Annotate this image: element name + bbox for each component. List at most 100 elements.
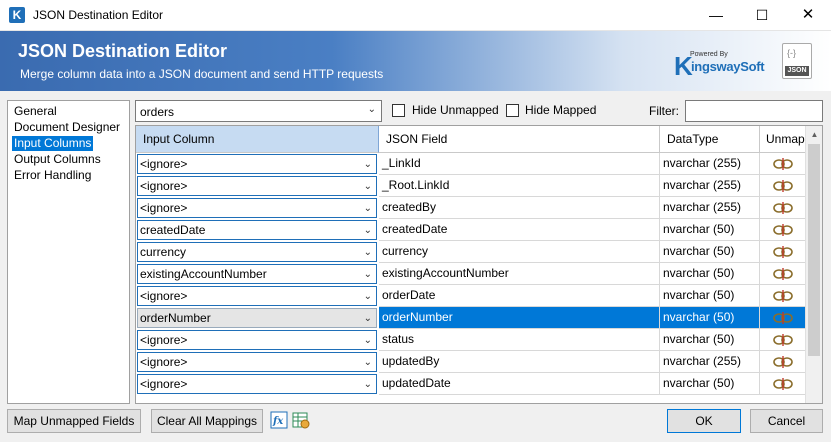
minimize-button[interactable]: — xyxy=(693,0,739,30)
input-column-dropdown[interactable]: <ignore> ⌄ xyxy=(137,374,377,394)
input-column-value: currency xyxy=(140,245,187,259)
datatype-cell: nvarchar (50) xyxy=(660,241,760,263)
table-row[interactable]: <ignore> ⌄ updatedBy nvarchar (255) xyxy=(136,351,806,373)
input-column-value: <ignore> xyxy=(140,179,188,193)
map-unmapped-fields-button[interactable]: Map Unmapped Fields xyxy=(7,409,141,433)
window-title: JSON Destination Editor xyxy=(33,8,164,22)
logo-k: K xyxy=(674,51,693,81)
unmap-link-icon[interactable] xyxy=(772,267,794,281)
unmap-link-icon[interactable] xyxy=(772,179,794,193)
input-column-value: <ignore> xyxy=(140,289,188,303)
input-column-dropdown[interactable]: <ignore> ⌄ xyxy=(137,176,377,196)
ok-button[interactable]: OK xyxy=(667,409,741,433)
header-unmap[interactable]: Unmap xyxy=(760,126,806,153)
input-column-dropdown[interactable]: <ignore> ⌄ xyxy=(137,352,377,372)
unmap-link-icon[interactable] xyxy=(772,289,794,303)
grid-settings-icon[interactable] xyxy=(292,411,310,429)
json-badge: JSON xyxy=(785,66,809,76)
datatype-cell: nvarchar (50) xyxy=(660,285,760,307)
input-column-dropdown[interactable]: currency ⌄ xyxy=(137,242,377,262)
table-row[interactable]: <ignore> ⌄ createdBy nvarchar (255) xyxy=(136,197,806,219)
chevron-down-icon: ⌄ xyxy=(363,269,372,280)
table-row[interactable]: currency ⌄ currency nvarchar (50) xyxy=(136,241,806,263)
input-column-cell: existingAccountNumber ⌄ xyxy=(136,263,379,285)
clear-all-mappings-button[interactable]: Clear All Mappings xyxy=(151,409,263,433)
input-column-dropdown[interactable]: <ignore> ⌄ xyxy=(137,198,377,218)
table-row[interactable]: <ignore> ⌄ _Root.LinkId nvarchar (255) xyxy=(136,175,806,197)
nav-item-input-columns[interactable]: Input Columns xyxy=(12,136,94,151)
datatype-cell: nvarchar (50) xyxy=(660,329,760,351)
input-column-dropdown[interactable]: <ignore> ⌄ xyxy=(137,154,377,174)
hide-unmapped-label: Hide Unmapped xyxy=(412,103,499,117)
logo-name: ingswaySoft xyxy=(691,59,765,74)
svg-text:fx: fx xyxy=(272,416,284,427)
unmap-link-icon[interactable] xyxy=(772,311,794,325)
datatype-cell: nvarchar (50) xyxy=(660,219,760,241)
json-field-cell: updatedBy xyxy=(379,351,660,373)
nav-item-output-columns[interactable]: Output Columns xyxy=(12,152,103,167)
input-column-dropdown[interactable]: <ignore> ⌄ xyxy=(137,286,377,306)
input-column-value: <ignore> xyxy=(140,201,188,215)
table-row[interactable]: <ignore> ⌄ updatedDate nvarchar (50) xyxy=(136,373,806,395)
input-column-dropdown[interactable]: createdDate ⌄ xyxy=(137,220,377,240)
filter-label: Filter: xyxy=(649,104,679,118)
header-datatype[interactable]: DataType xyxy=(660,126,760,153)
datatype-cell: nvarchar (255) xyxy=(660,153,760,175)
unmap-link-icon[interactable] xyxy=(772,355,794,369)
navigation-list: General Document Designer Input Columns … xyxy=(7,100,130,404)
json-field-cell: createdBy xyxy=(379,197,660,219)
unmap-link-icon[interactable] xyxy=(772,245,794,259)
cancel-button[interactable]: Cancel xyxy=(750,409,823,433)
chevron-down-icon: ⌄ xyxy=(363,291,372,302)
hide-unmapped-checkbox[interactable] xyxy=(392,104,405,117)
maximize-button[interactable]: ☐ xyxy=(739,0,785,30)
json-field-cell: _Root.LinkId xyxy=(379,175,660,197)
logo-powered-by: Powered By xyxy=(690,51,728,58)
hide-unmapped-option[interactable]: Hide Unmapped xyxy=(392,100,502,122)
scroll-up-icon[interactable]: ▲ xyxy=(806,126,822,143)
scroll-thumb[interactable] xyxy=(808,144,820,356)
json-field-cell: updatedDate xyxy=(379,373,660,395)
table-row[interactable]: existingAccountNumber ⌄ existingAccountNum… xyxy=(136,263,806,285)
chevron-down-icon: ⌄ xyxy=(367,104,376,115)
close-button[interactable]: ✕ xyxy=(785,0,831,30)
table-row[interactable]: <ignore> ⌄ status nvarchar (50) xyxy=(136,329,806,351)
datatype-cell: nvarchar (50) xyxy=(660,373,760,395)
nav-item-error-handling[interactable]: Error Handling xyxy=(12,168,93,183)
json-field-cell: orderDate xyxy=(379,285,660,307)
unmap-link-icon[interactable] xyxy=(772,333,794,347)
unmap-link-icon[interactable] xyxy=(772,201,794,215)
header-banner: JSON Destination Editor Merge column dat… xyxy=(0,31,831,91)
unmap-link-icon[interactable] xyxy=(772,157,794,171)
json-field-cell: createdDate xyxy=(379,219,660,241)
unmap-link-icon[interactable] xyxy=(772,223,794,237)
input-column-dropdown[interactable]: orderNumber ⌄ xyxy=(137,308,377,328)
table-selector-dropdown[interactable]: orders ⌄ xyxy=(135,100,382,122)
json-field-cell: _LinkId xyxy=(379,153,660,175)
input-column-cell: <ignore> ⌄ xyxy=(136,329,379,351)
hide-mapped-option[interactable]: Hide Mapped xyxy=(506,100,606,122)
input-column-value: createdDate xyxy=(140,223,206,237)
table-row[interactable]: createdDate ⌄ createdDate nvarchar (50) xyxy=(136,219,806,241)
table-row[interactable]: orderNumber ⌄ orderNumber nvarchar (50) xyxy=(136,307,806,329)
json-field-cell: currency xyxy=(379,241,660,263)
unmap-link-icon[interactable] xyxy=(772,377,794,391)
table-row[interactable]: <ignore> ⌄ orderDate nvarchar (50) xyxy=(136,285,806,307)
header-json-field[interactable]: JSON Field xyxy=(379,126,660,153)
input-column-dropdown[interactable]: <ignore> ⌄ xyxy=(137,330,377,350)
input-column-value: <ignore> xyxy=(140,157,188,171)
hide-mapped-checkbox[interactable] xyxy=(506,104,519,117)
header-input-column[interactable]: Input Column xyxy=(136,126,379,153)
chevron-down-icon: ⌄ xyxy=(363,225,372,236)
input-column-cell: <ignore> ⌄ xyxy=(136,373,379,395)
expression-fx-icon[interactable]: fx xyxy=(270,411,288,429)
unmap-cell xyxy=(760,241,806,263)
input-column-dropdown[interactable]: existingAccountNumber ⌄ xyxy=(137,264,377,284)
chevron-down-icon: ⌄ xyxy=(363,357,372,368)
filter-input[interactable] xyxy=(685,100,823,122)
nav-item-document-designer[interactable]: Document Designer xyxy=(12,120,122,135)
vertical-scrollbar[interactable]: ▲ xyxy=(805,126,822,403)
table-row[interactable]: <ignore> ⌄ _LinkId nvarchar (255) xyxy=(136,153,806,175)
nav-item-general[interactable]: General xyxy=(12,104,59,119)
input-column-cell: <ignore> ⌄ xyxy=(136,153,379,175)
